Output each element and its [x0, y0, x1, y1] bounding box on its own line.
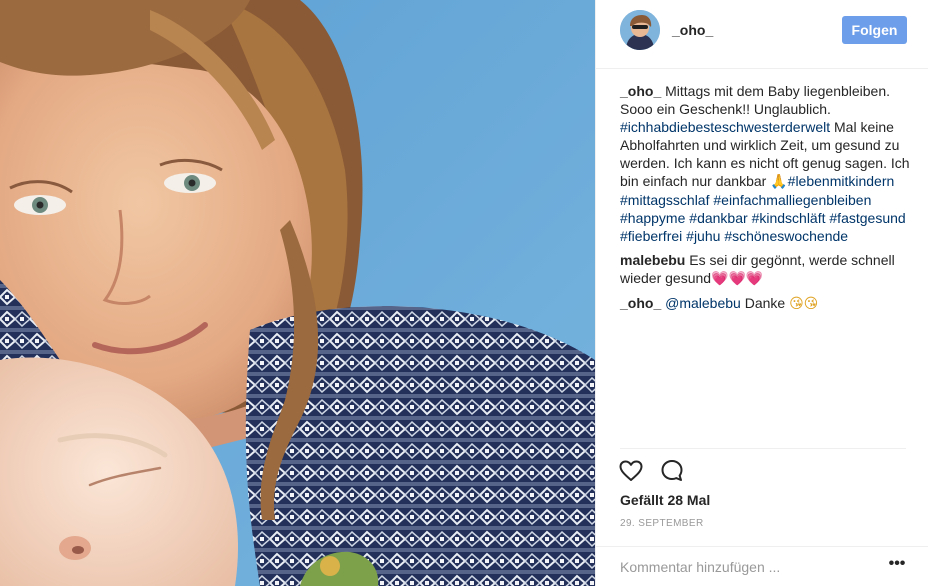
post-date: 29. SEPTEMBER [620, 518, 704, 529]
pink-hearts-emoji: 💗💗💗 [711, 271, 764, 287]
avatar[interactable] [620, 10, 660, 50]
caption-text: Mittags mit dem Baby liegenbleiben. Sooo… [620, 83, 891, 117]
comment-text: Danke [744, 295, 786, 311]
post-photo[interactable] [0, 0, 595, 586]
comment-bubble-icon[interactable] [659, 458, 685, 484]
hashtag-link[interactable]: #schöneswochende [724, 228, 848, 244]
post-header: _oho_ Folgen [596, 0, 928, 69]
comment-item: malebebu Es sei dir gegönnt, werde schne… [620, 251, 912, 288]
hashtag-link[interactable]: #happyme [620, 210, 685, 226]
comment-item: _oho_ @malebebu Danke 😘😘 [620, 294, 912, 313]
comment-username[interactable]: _oho_ [620, 295, 661, 311]
post-details-panel: _oho_ Folgen _oho_ Mittags mit dem Baby … [595, 0, 928, 586]
likes-count[interactable]: Gefällt 28 Mal [620, 492, 710, 508]
caption: _oho_ Mittags mit dem Baby liegenbleiben… [620, 82, 912, 245]
follow-button[interactable]: Folgen [842, 16, 907, 44]
comment-username[interactable]: malebebu [620, 252, 685, 268]
more-options-icon[interactable]: ••• [886, 556, 908, 577]
avatar-image [620, 10, 660, 50]
hashtag-link[interactable]: #juhu [686, 228, 720, 244]
heart-icon[interactable] [618, 458, 644, 484]
comment-input[interactable] [620, 557, 870, 577]
hashtag-link[interactable]: #mittagsschlaf [620, 192, 709, 208]
hashtag-link[interactable]: #lebenmitkindern [788, 173, 895, 189]
mention-link[interactable]: @malebebu [665, 295, 741, 311]
add-comment-bar: ••• [596, 546, 928, 586]
hashtag-link[interactable]: #kindschläft [752, 210, 826, 226]
caption-username[interactable]: _oho_ [620, 83, 661, 99]
hashtag-link[interactable]: #fieberfrei [620, 228, 682, 244]
author-username[interactable]: _oho_ [672, 22, 713, 38]
hashtag-link[interactable]: #dankbar [689, 210, 747, 226]
praying-hands-emoji: 🙏 [770, 174, 788, 190]
kiss-face-emoji: 😘😘 [789, 296, 819, 312]
post-actions: Gefällt 28 Mal 29. SEPTEMBER ••• [596, 448, 928, 586]
divider [620, 448, 906, 449]
hashtag-link[interactable]: #ichhabdiebesteschwesterderwelt [620, 119, 830, 135]
hashtag-link[interactable]: #fastgesund [829, 210, 905, 226]
hashtag-link[interactable]: #einfachmalliegenbleiben [713, 192, 871, 208]
comments-list: _oho_ Mittags mit dem Baby liegenbleiben… [620, 82, 912, 319]
post-photo-illustration [0, 0, 595, 586]
